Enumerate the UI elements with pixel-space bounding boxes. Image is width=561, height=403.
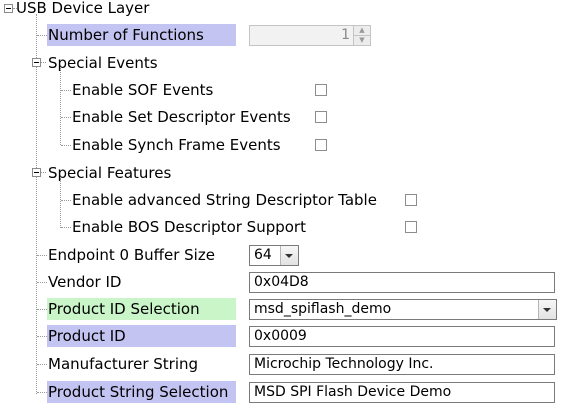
tree-connector [61, 90, 71, 91]
tree-node-product-id-selection: Product ID Selection msd_spiflash_demo [0, 298, 561, 320]
enable-set-descriptor-events-label: Enable Set Descriptor Events [72, 108, 291, 126]
usb-device-layer-tree: USB Device Layer Number of Functions 1 ▲… [0, 0, 561, 403]
chevron-down-icon[interactable] [280, 246, 298, 265]
tree-connector [37, 309, 47, 310]
enable-advanced-string-descriptor-table-checkbox[interactable] [405, 194, 417, 206]
vendor-id-label: Vendor ID [48, 273, 122, 291]
tree-node-special-features: Special Features [0, 162, 561, 184]
endpoint0-buffer-size-select[interactable]: 64 [249, 245, 299, 266]
endpoint0-buffer-size-value: 64 [254, 247, 272, 263]
tree-node-enable-bos-descriptor-support: Enable BOS Descriptor Support [0, 216, 561, 238]
enable-sof-events-checkbox[interactable] [315, 84, 327, 96]
special-events-label: Special Events [48, 54, 158, 72]
tree-connector [37, 35, 47, 36]
number-of-functions-spinner[interactable]: 1 ▲ ▼ [249, 25, 371, 46]
tree-node-enable-set-descriptor-events: Enable Set Descriptor Events [0, 106, 561, 128]
tree-connector [61, 145, 71, 146]
tree-connector [61, 227, 71, 228]
product-id-selection-value: msd_spiflash_demo [254, 301, 392, 317]
enable-synch-frame-events-checkbox[interactable] [315, 139, 327, 151]
number-of-functions-value: 1 [341, 27, 350, 43]
product-id-selection-select[interactable]: msd_spiflash_demo [249, 299, 557, 320]
product-id-selection-label: Product ID Selection [47, 298, 236, 320]
collapse-icon[interactable] [32, 58, 41, 67]
tree-connector [37, 255, 47, 256]
manufacturer-string-input[interactable]: Microchip Technology Inc. [249, 354, 555, 375]
product-string-selection-label: Product String Selection [47, 381, 236, 403]
tree-node-usb-device-layer: USB Device Layer [0, 0, 561, 22]
tree-node-special-events: Special Events [0, 52, 561, 74]
product-id-input[interactable]: 0x0009 [249, 326, 555, 347]
tree-node-enable-sof-events: Enable SOF Events [0, 79, 561, 101]
tree-node-product-string-selection: Product String Selection MSD SPI Flash D… [0, 381, 561, 403]
tree-node-number-of-functions: Number of Functions 1 ▲ ▼ [0, 24, 561, 46]
enable-bos-descriptor-support-label: Enable BOS Descriptor Support [72, 218, 306, 236]
tree-connector [41, 172, 46, 173]
product-string-selection-input[interactable]: MSD SPI Flash Device Demo [249, 382, 555, 403]
collapse-icon[interactable] [32, 168, 41, 177]
vendor-id-input[interactable]: 0x04D8 [249, 272, 555, 293]
endpoint0-buffer-size-label: Endpoint 0 Buffer Size [48, 246, 215, 264]
spinner-buttons: ▲ ▼ [353, 26, 370, 45]
tree-connector [61, 117, 71, 118]
special-features-label: Special Features [48, 164, 172, 182]
chevron-down-icon[interactable] [538, 300, 556, 319]
collapse-icon[interactable] [4, 4, 13, 13]
tree-connector [41, 62, 46, 63]
tree-node-product-id: Product ID 0x0009 [0, 325, 561, 347]
enable-synch-frame-events-label: Enable Synch Frame Events [72, 136, 281, 154]
tree-node-endpoint0-buffer-size: Endpoint 0 Buffer Size 64 [0, 244, 561, 266]
tree-connector [37, 392, 47, 393]
enable-set-descriptor-events-checkbox[interactable] [315, 111, 327, 123]
tree-node-enable-advanced-string-descriptor-table: Enable advanced String Descriptor Table [0, 189, 561, 211]
product-id-label: Product ID [47, 325, 236, 347]
enable-bos-descriptor-support-checkbox[interactable] [405, 221, 417, 233]
tree-connector [37, 282, 47, 283]
tree-node-vendor-id: Vendor ID 0x04D8 [0, 271, 561, 293]
usb-device-layer-label: USB Device Layer [16, 0, 150, 17]
spin-up-icon[interactable]: ▲ [354, 26, 370, 36]
tree-connector [61, 200, 71, 201]
manufacturer-string-label: Manufacturer String [48, 355, 199, 373]
tree-node-enable-synch-frame-events: Enable Synch Frame Events [0, 134, 561, 156]
enable-advanced-string-descriptor-table-label: Enable advanced String Descriptor Table [72, 191, 377, 209]
tree-connector [37, 364, 47, 365]
number-of-functions-label: Number of Functions [47, 24, 236, 46]
tree-node-manufacturer-string: Manufacturer String Microchip Technology… [0, 353, 561, 375]
enable-sof-events-label: Enable SOF Events [72, 81, 214, 99]
spin-down-icon[interactable]: ▼ [354, 36, 370, 45]
tree-connector [37, 336, 47, 337]
